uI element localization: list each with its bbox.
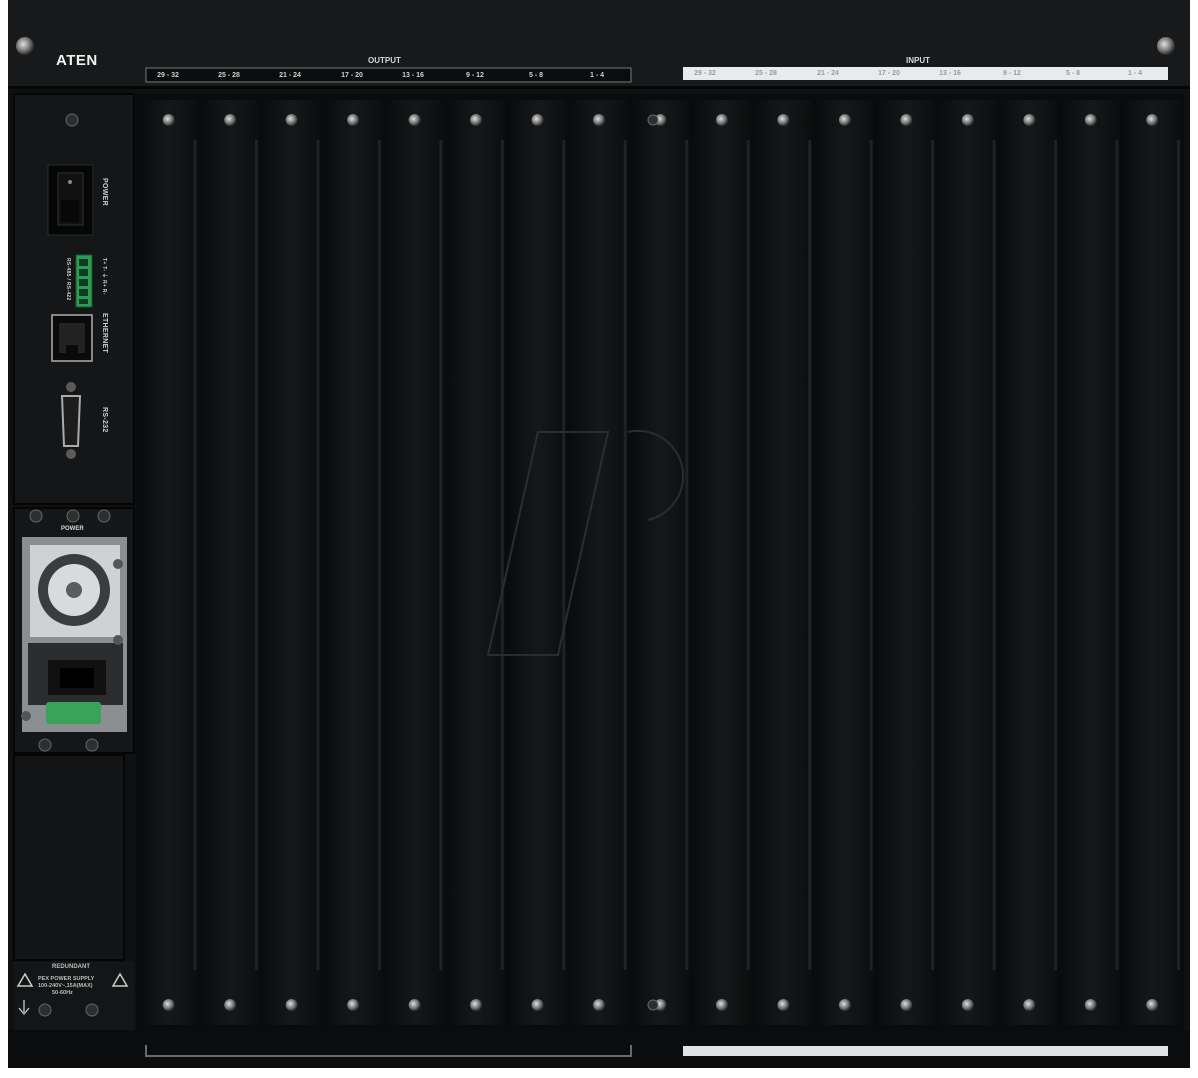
slot-screw: [1146, 999, 1159, 1011]
slot-cover: [385, 100, 444, 1025]
input-slot-label: 9 - 12: [1003, 70, 1021, 77]
slot-screw: [285, 999, 298, 1011]
slot-cover: [939, 100, 997, 1025]
slot-screw: [162, 999, 175, 1011]
input-slot-label: 5 - 8: [1065, 70, 1080, 77]
slot-screw: [531, 999, 544, 1011]
chassis-rear-panel: [8, 0, 1190, 1068]
rs485-pins-label: T+ T- ⏚ R+ R-: [101, 258, 107, 295]
slot-screw: [961, 999, 974, 1011]
slot-screw: [162, 114, 175, 126]
slot-cover: [140, 100, 198, 1025]
slot-screw: [593, 999, 606, 1011]
psu-spec-line1: PEX POWER SUPPLY: [38, 976, 95, 982]
slot-cover: [1123, 100, 1181, 1025]
input-slot-label: 29 - 32: [694, 70, 716, 77]
slot-screw: [838, 114, 851, 126]
psu-power-label: POWER: [61, 526, 84, 532]
slot-cover: [324, 100, 382, 1025]
slot-screw: [531, 114, 544, 126]
input-slot-label: 1 - 4: [1127, 70, 1142, 77]
slot-screw: [715, 114, 728, 126]
power-switch-label: POWER: [101, 178, 108, 206]
slot-cover: [816, 100, 874, 1025]
slot-screw: [777, 999, 790, 1011]
slot-screw: [408, 114, 421, 126]
matrix-switch-chassis: ATEN OUTPUT INPUT 29 - 32 25 - 28 21 - 2…: [8, 0, 1190, 1073]
slot-screw: [838, 999, 851, 1011]
output-slot-label: 1 - 4: [589, 72, 604, 79]
output-slot-label: 25 - 28: [218, 72, 240, 79]
input-title: INPUT: [906, 56, 930, 65]
brand-logo: ATEN: [56, 52, 98, 69]
rs232-label: RS-232: [101, 407, 108, 433]
output-slot-label: 17 - 20: [341, 72, 363, 79]
rs485-label: RS-485 / RS-422: [65, 258, 71, 301]
slot-screw: [715, 999, 728, 1011]
slot-cover: [693, 100, 751, 1025]
slot-screw: [470, 999, 483, 1011]
redundant-label: REDUNDANT: [52, 964, 90, 970]
slot-cover: [447, 100, 505, 1025]
output-slot-label: 9 - 12: [466, 72, 484, 79]
output-slot-label: 13 - 16: [402, 72, 424, 79]
slot-cover: [262, 100, 321, 1025]
ethernet-label: ETHERNET: [101, 313, 108, 354]
slot-cover: [877, 100, 936, 1025]
slot-screw: [900, 999, 913, 1011]
slot-screw: [900, 114, 913, 126]
input-slot-label: 17 - 20: [878, 70, 900, 77]
psu-spec-line2: 100-240V~,15A(MAX): [38, 983, 93, 989]
slot-cover: [754, 100, 813, 1025]
output-slot-label: 5 - 8: [528, 72, 543, 79]
input-slot-label: 13 - 16: [939, 70, 961, 77]
output-slot-label: 21 - 24: [279, 72, 301, 79]
slot-cover: [1062, 100, 1120, 1025]
slot-screw: [1023, 999, 1036, 1011]
slot-cover: [1000, 100, 1059, 1025]
slot-screw: [1023, 114, 1036, 126]
psu-spec-line3: 50-60Hz: [52, 990, 73, 996]
expansion-slots: [140, 100, 1181, 1025]
slot-screw: [347, 114, 360, 126]
output-slot-label: 29 - 32: [157, 72, 179, 79]
input-slot-label: 21 - 24: [817, 70, 839, 77]
slot-screw: [347, 999, 360, 1011]
slot-screw: [285, 114, 298, 126]
slot-cover: [631, 100, 690, 1025]
slot-screw: [1084, 999, 1097, 1011]
slot-cover: [201, 100, 259, 1025]
input-bar-bottom: [683, 1046, 1168, 1056]
slot-screw: [470, 114, 483, 126]
slot-cover: [508, 100, 567, 1025]
slot-screw: [1146, 114, 1159, 126]
slot-screw: [593, 114, 606, 126]
slot-screw: [961, 114, 974, 126]
input-slot-label: 25 - 28: [755, 70, 777, 77]
slot-screw: [1084, 114, 1097, 126]
slot-screw: [408, 999, 421, 1011]
output-title: OUTPUT: [368, 56, 401, 65]
slot-screw: [777, 114, 790, 126]
slot-screw: [224, 114, 237, 126]
slot-screw: [224, 999, 237, 1011]
